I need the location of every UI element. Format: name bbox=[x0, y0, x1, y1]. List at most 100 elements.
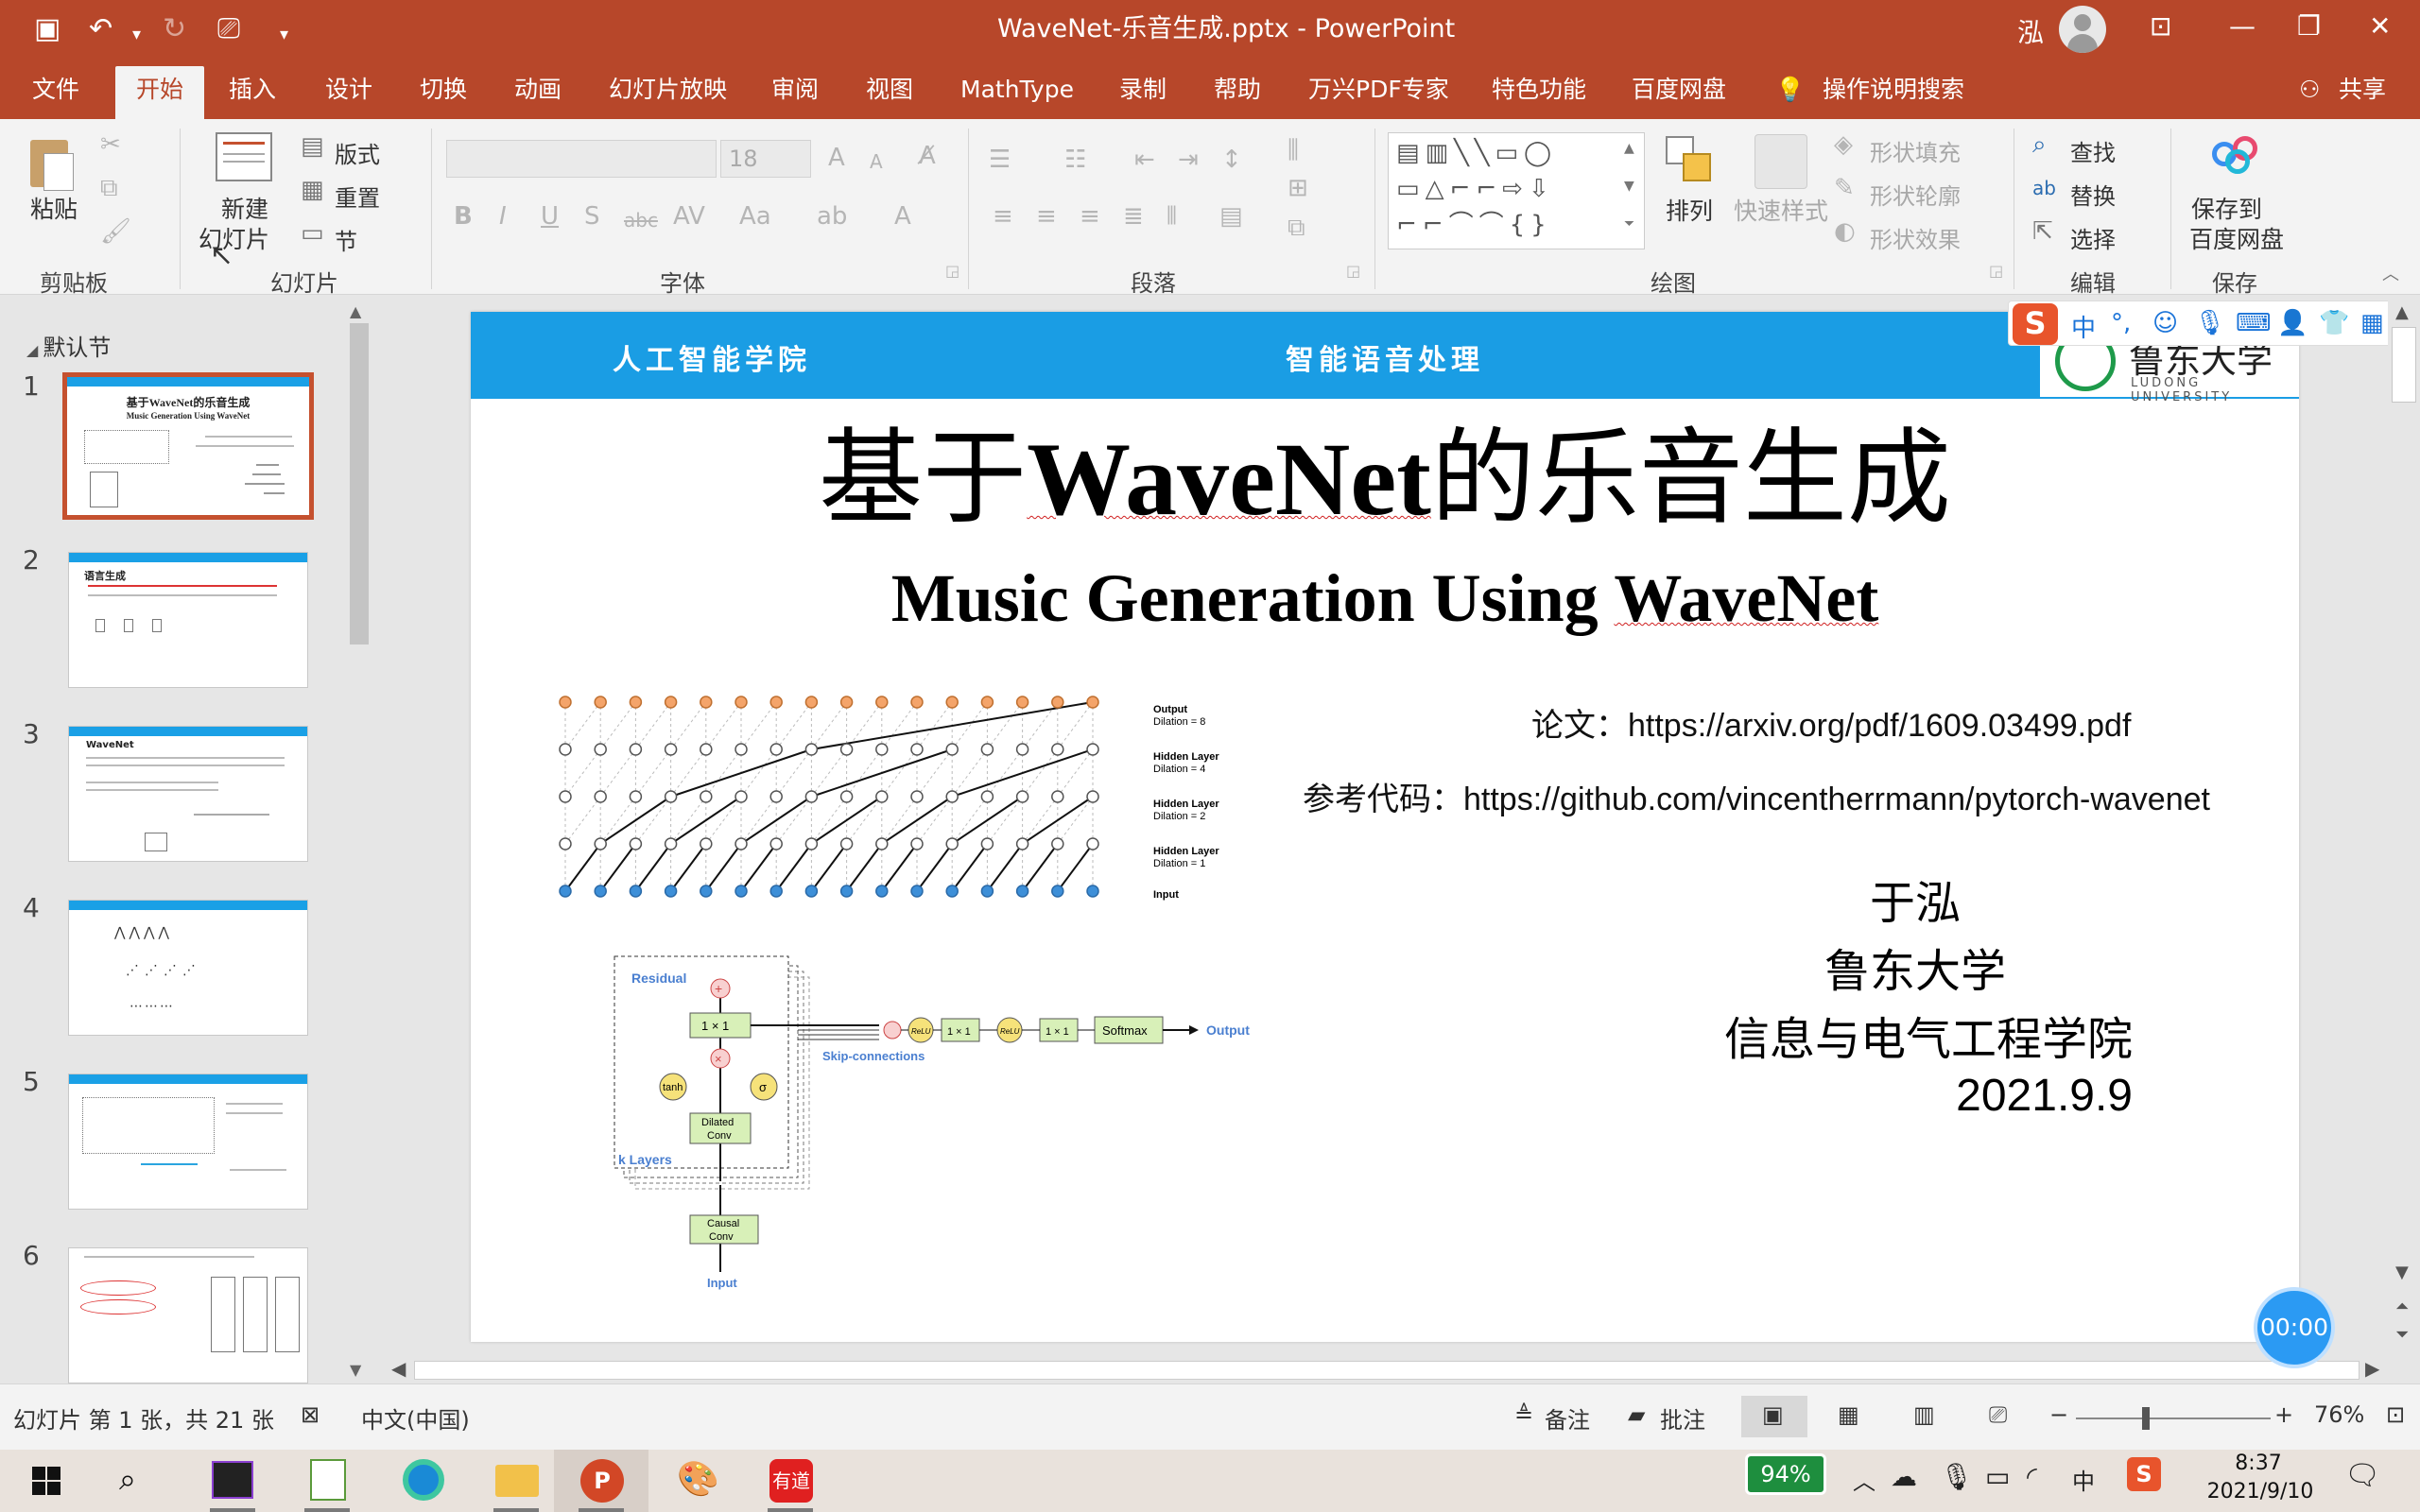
quick-styles-button[interactable]: 快速样式 bbox=[1734, 197, 1828, 226]
dilated-conv-figure[interactable]: Output Dilation = 8 Hidden Layer Dilatio… bbox=[556, 690, 1255, 936]
smartart-icon[interactable]: ⧉ bbox=[1288, 214, 1305, 242]
paste-icon[interactable] bbox=[26, 136, 76, 193]
font-color-icon[interactable]: A bbox=[894, 202, 911, 231]
avatar[interactable] bbox=[2059, 6, 2106, 53]
shapes-gallery[interactable]: ▤▥╲╲▭◯ ▭△⌐⌐⇨⇩ ⌐⌐⌒⌒{} bbox=[1388, 132, 1645, 249]
font-dialog-launcher-icon[interactable]: ◲ bbox=[945, 257, 959, 285]
microphone-icon[interactable]: 🎙 bbox=[2194, 309, 2225, 337]
slide-thumbnail-3[interactable]: WaveNet bbox=[68, 726, 308, 862]
save-to-baidu-label-2[interactable]: 百度网盘 bbox=[2189, 225, 2284, 254]
microphone-tray-icon[interactable]: 🎙 bbox=[1940, 1461, 1974, 1492]
strikethrough-icon[interactable]: abc bbox=[624, 206, 658, 234]
paste-button[interactable]: 粘贴 bbox=[30, 195, 78, 224]
ribbon-display-options-icon[interactable]: ⊡ bbox=[2150, 9, 2171, 43]
comments-button[interactable]: 批注 bbox=[1660, 1401, 1705, 1435]
fit-to-window-icon[interactable]: ⊡ bbox=[2386, 1401, 2405, 1428]
user-icon[interactable]: 👤 bbox=[2277, 309, 2308, 337]
slide-horizontal-scrollbar[interactable]: ◀ ▶ bbox=[386, 1357, 2388, 1383]
find-button[interactable]: 查找 bbox=[2070, 134, 2116, 167]
numbering-icon[interactable]: ☷ bbox=[1064, 146, 1086, 174]
change-case-button[interactable]: Aa bbox=[739, 202, 771, 231]
minimize-icon[interactable]: — bbox=[2229, 9, 2256, 43]
slide-pane-scrollbar[interactable]: ▲ ▼ bbox=[342, 295, 376, 1383]
vscroll-down-icon[interactable]: ▼ bbox=[2395, 1263, 2409, 1282]
slide-title-cn[interactable]: 基于WaveNet的乐音生成 bbox=[471, 418, 2299, 541]
hscroll-left-icon[interactable]: ◀ bbox=[391, 1357, 406, 1380]
tab-special[interactable]: 特色功能 bbox=[1492, 74, 1586, 106]
recording-timer[interactable]: 00:00 bbox=[2254, 1287, 2335, 1368]
underline-icon[interactable]: U bbox=[541, 202, 559, 231]
slideshow-button[interactable]: ⎚ bbox=[1968, 1396, 2034, 1437]
reading-view-button[interactable]: ▥ bbox=[1893, 1396, 1959, 1437]
decrease-indent-icon[interactable]: ⇤ bbox=[1134, 146, 1155, 174]
vscroll-thumb[interactable] bbox=[2392, 327, 2416, 403]
paper-url[interactable]: https://arxiv.org/pdf/1609.03499.pdf bbox=[1628, 708, 2131, 744]
ime-toolbar[interactable]: S 中 °, ☺ 🎙 ⌨ 👤 👕 ▦ bbox=[2008, 301, 2405, 346]
slide-date[interactable]: 2021.9.9 bbox=[1956, 1070, 2133, 1122]
share-icon[interactable]: ⚇ bbox=[2299, 74, 2320, 106]
slide-thumbnail-2[interactable]: 语言生成 bbox=[68, 552, 308, 688]
code-reference[interactable]: 参考代码：https://github.com/vincentherrmann/… bbox=[1303, 773, 2210, 819]
shape-fill-icon[interactable]: ◈ bbox=[1834, 130, 1853, 159]
tab-view[interactable]: 视图 bbox=[866, 74, 913, 106]
clock-time[interactable]: 8:37 bbox=[2206, 1452, 2310, 1475]
gallery-down-icon[interactable]: ▼ bbox=[1624, 172, 1634, 200]
taskbar-app-youdao[interactable]: 有道 bbox=[743, 1450, 838, 1512]
align-text-icon[interactable]: ⊞ bbox=[1288, 174, 1308, 202]
clock-date[interactable]: 2021/9/10 bbox=[2189, 1480, 2331, 1503]
language-status[interactable]: 中文(中国) bbox=[361, 1401, 470, 1435]
taskbar-app-terminal[interactable] bbox=[185, 1450, 280, 1512]
author-school[interactable]: 信息与电气工程学院 bbox=[1724, 1002, 2133, 1068]
tab-mathtype[interactable]: MathType bbox=[960, 74, 1074, 106]
cut-icon[interactable]: ✂ bbox=[100, 130, 121, 159]
shape-fill-button[interactable]: 形状填充 bbox=[1870, 134, 1961, 167]
tab-transitions[interactable]: 切换 bbox=[420, 74, 467, 106]
tab-wondershare-pdf[interactable]: 万兴PDF专家 bbox=[1308, 74, 1449, 106]
scroll-down-icon[interactable]: ▼ bbox=[350, 1361, 361, 1379]
align-left-icon[interactable]: ≡ bbox=[993, 202, 1013, 231]
toolbox-icon[interactable]: ▦ bbox=[2360, 309, 2384, 337]
sogou-logo[interactable]: S bbox=[2013, 303, 2058, 345]
replace-button[interactable]: 替换 bbox=[2070, 178, 2116, 211]
align-right-icon[interactable]: ≡ bbox=[1080, 202, 1100, 231]
search-button[interactable]: ⌕ bbox=[91, 1450, 185, 1512]
font-size-combo[interactable]: 18 bbox=[720, 140, 811, 178]
save-to-baidu-label-1[interactable]: 保存到 bbox=[2191, 195, 2262, 224]
undo-icon[interactable]: ↶ bbox=[89, 13, 112, 45]
keyboard-icon[interactable]: ⌨ bbox=[2236, 309, 2272, 337]
clear-formatting-icon[interactable]: A̸ bbox=[919, 142, 936, 170]
slide-title-en[interactable]: Music Generation Using WaveNet bbox=[471, 559, 2299, 638]
increase-indent-icon[interactable]: ⇥ bbox=[1178, 146, 1199, 174]
emoji-icon[interactable]: ☺ bbox=[2152, 309, 2178, 337]
previous-slide-icon[interactable]: ⏶ bbox=[2395, 1297, 2409, 1316]
shape-outline-icon[interactable]: ✎ bbox=[1834, 174, 1855, 202]
new-slide-label-1[interactable]: 新建 bbox=[221, 195, 268, 224]
slide-sorter-button[interactable]: ▦ bbox=[1817, 1396, 1883, 1437]
sogou-tray-icon[interactable]: S bbox=[2127, 1457, 2161, 1491]
share-button[interactable]: 共享 bbox=[2339, 74, 2386, 106]
customize-qat-icon[interactable]: ▾ bbox=[280, 19, 288, 51]
comments-icon[interactable]: ▰ bbox=[1628, 1401, 1645, 1428]
scroll-up-icon[interactable]: ▲ bbox=[350, 302, 361, 320]
section-header[interactable]: ◢ 默认节 bbox=[26, 329, 111, 362]
next-slide-icon[interactable]: ⏷ bbox=[2395, 1325, 2409, 1345]
residual-block-figure[interactable]: Residual + 1 × 1 × tanh σ Dilated Conv k… bbox=[613, 954, 1274, 1314]
increase-font-icon[interactable]: A bbox=[828, 144, 845, 172]
undo-dropdown-icon[interactable]: ▾ bbox=[132, 19, 141, 51]
select-icon[interactable]: ⇱ bbox=[2032, 217, 2053, 246]
shape-effects-button[interactable]: 形状效果 bbox=[1870, 221, 1961, 254]
slide-pane-scroll-thumb[interactable] bbox=[350, 323, 369, 644]
zoom-level[interactable]: 76% bbox=[2314, 1401, 2364, 1428]
taskbar-app-file-explorer[interactable] bbox=[469, 1450, 563, 1512]
tab-insert[interactable]: 插入 bbox=[229, 74, 276, 106]
redo-icon[interactable]: ↻ bbox=[163, 13, 186, 45]
layout-button[interactable]: 版式 bbox=[335, 136, 380, 169]
justify-icon[interactable]: ≣ bbox=[1123, 202, 1144, 231]
section-button[interactable]: 节 bbox=[335, 223, 357, 256]
section-icon[interactable]: ▭ bbox=[301, 219, 324, 248]
tell-me-search[interactable]: 操作说明搜索 bbox=[1823, 74, 1964, 106]
format-painter-icon[interactable]: 🖌 bbox=[100, 217, 131, 246]
zoom-slider[interactable] bbox=[2076, 1418, 2271, 1419]
columns-icon[interactable]: ⫴ bbox=[1167, 202, 1177, 231]
slide-thumbnail-6[interactable] bbox=[68, 1247, 308, 1383]
